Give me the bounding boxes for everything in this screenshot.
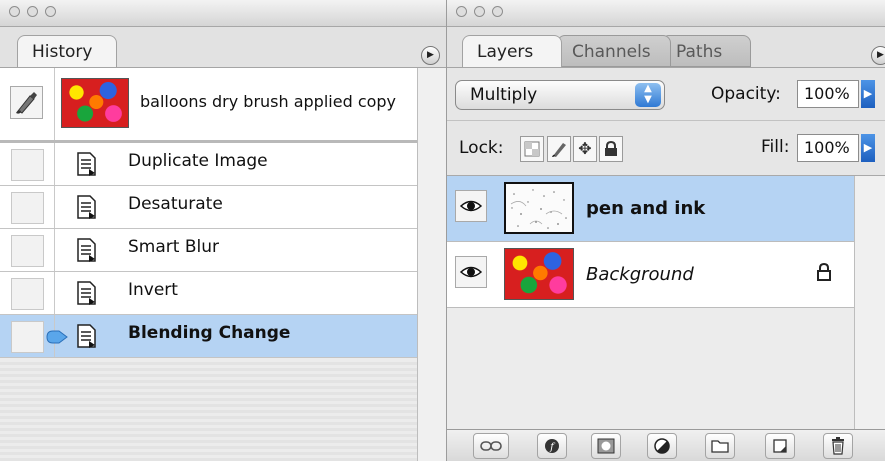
- layers-panel: Paths Channels Layers ▶ Multiply ▲ ▼ Opac…: [447, 0, 885, 461]
- layers-tab-row: Paths Channels Layers ▶: [447, 27, 885, 68]
- layer-row-selected[interactable]: pen and ink: [447, 176, 885, 242]
- opacity-field[interactable]: 100%: [797, 80, 859, 108]
- blend-mode-stepper-icon: ▲ ▼: [635, 83, 661, 107]
- tab-history-label: History: [32, 42, 93, 62]
- layer-name: pen and ink: [586, 198, 706, 219]
- layers-scrollbar[interactable]: [854, 176, 885, 429]
- opacity-label: Opacity:: [711, 84, 781, 104]
- tab-history[interactable]: History: [17, 35, 117, 67]
- minimize-window-button[interactable]: [474, 6, 485, 17]
- history-state-label: Invert: [128, 280, 178, 300]
- layer-thumbnail: [504, 248, 574, 300]
- zoom-window-button[interactable]: [492, 6, 503, 17]
- history-brush-source-box[interactable]: [10, 86, 43, 119]
- tab-channels-label: Channels: [572, 42, 651, 62]
- visibility-eye-icon[interactable]: [455, 190, 487, 222]
- lock-all-icon[interactable]: [599, 136, 623, 162]
- snapshot-thumbnail: [61, 78, 129, 128]
- history-state-label: Blending Change: [128, 323, 291, 343]
- history-panel-menu-button[interactable]: ▶: [421, 46, 440, 65]
- history-state-icon: [77, 238, 96, 262]
- history-brush-source-box[interactable]: [11, 321, 44, 353]
- fill-label: Fill:: [761, 137, 790, 157]
- close-window-button[interactable]: [456, 6, 467, 17]
- history-state-row-selected[interactable]: Blending Change: [0, 315, 417, 358]
- history-state-icon: [77, 324, 96, 348]
- history-state-label: Smart Blur: [128, 237, 219, 257]
- history-tab-row: History ▶: [0, 27, 446, 68]
- blend-mode-value: Multiply: [470, 85, 538, 105]
- history-state-icon: [77, 152, 96, 176]
- new-layer-icon[interactable]: [765, 433, 795, 459]
- history-state-row[interactable]: Smart Blur: [0, 229, 417, 272]
- history-empty-area: [0, 359, 417, 461]
- adjustment-layer-icon[interactable]: [647, 433, 677, 459]
- layer-mask-icon[interactable]: [591, 433, 621, 459]
- layers-titlebar: [447, 0, 885, 27]
- tab-paths[interactable]: Paths: [661, 35, 751, 67]
- layer-name: Background: [586, 264, 694, 285]
- layer-style-icon[interactable]: f: [537, 433, 567, 459]
- fill-slider-button[interactable]: ▶: [861, 134, 875, 162]
- minimize-window-button[interactable]: [27, 6, 38, 17]
- fill-value: 100%: [804, 138, 850, 157]
- layer-lock-icon: [817, 262, 831, 281]
- history-scrollbar[interactable]: [417, 68, 446, 461]
- new-group-icon[interactable]: [705, 433, 735, 459]
- layers-panel-menu-button[interactable]: ▶: [871, 46, 885, 65]
- history-state-row[interactable]: Duplicate Image: [0, 143, 417, 186]
- lock-transparent-pixels-icon[interactable]: [520, 136, 544, 162]
- lock-label: Lock:: [459, 138, 504, 158]
- history-brush-source-box[interactable]: [11, 149, 44, 181]
- layers-bottom-bar: f: [447, 429, 885, 461]
- visibility-eye-icon[interactable]: [455, 256, 487, 288]
- tab-paths-label: Paths: [676, 42, 723, 62]
- link-icon[interactable]: [473, 433, 509, 459]
- history-brush-icon: [16, 92, 37, 114]
- history-state-slider-icon[interactable]: [46, 330, 68, 344]
- history-panel: History ▶ balloons dry brush applied cop…: [0, 0, 447, 461]
- pen-and-ink-thumbnail-texture: [510, 189, 567, 229]
- history-state-icon: [77, 281, 96, 305]
- opacity-value: 100%: [804, 84, 850, 103]
- layer-row[interactable]: Background: [447, 242, 885, 308]
- history-state-label: Duplicate Image: [128, 151, 268, 171]
- close-window-button[interactable]: [9, 6, 20, 17]
- history-brush-source-box[interactable]: [11, 235, 44, 267]
- history-brush-source-box[interactable]: [11, 192, 44, 224]
- layer-thumbnail: [504, 182, 574, 234]
- blend-controls-row: Multiply ▲ ▼ Opacity: 100% ▶: [447, 68, 885, 121]
- blend-mode-select[interactable]: Multiply ▲ ▼: [455, 80, 665, 110]
- history-state-label: Desaturate: [128, 194, 223, 214]
- trash-icon[interactable]: [823, 433, 853, 459]
- history-titlebar: [0, 0, 446, 27]
- lock-position-icon[interactable]: ✥: [573, 136, 597, 162]
- tab-channels[interactable]: Channels: [557, 35, 671, 67]
- tab-layers[interactable]: Layers: [462, 35, 562, 67]
- fill-field[interactable]: 100%: [797, 134, 859, 162]
- opacity-slider-button[interactable]: ▶: [861, 80, 875, 108]
- history-state-icon: [77, 195, 96, 219]
- snapshot-label: balloons dry brush applied copy: [140, 92, 397, 111]
- history-snapshot-row[interactable]: balloons dry brush applied copy: [0, 68, 417, 143]
- layers-empty-area: [447, 308, 854, 429]
- history-state-row[interactable]: Desaturate: [0, 186, 417, 229]
- history-brush-source-box[interactable]: [11, 278, 44, 310]
- zoom-window-button[interactable]: [45, 6, 56, 17]
- history-state-row[interactable]: Invert: [0, 272, 417, 315]
- lock-image-pixels-icon[interactable]: [547, 136, 571, 162]
- tab-layers-label: Layers: [477, 42, 534, 62]
